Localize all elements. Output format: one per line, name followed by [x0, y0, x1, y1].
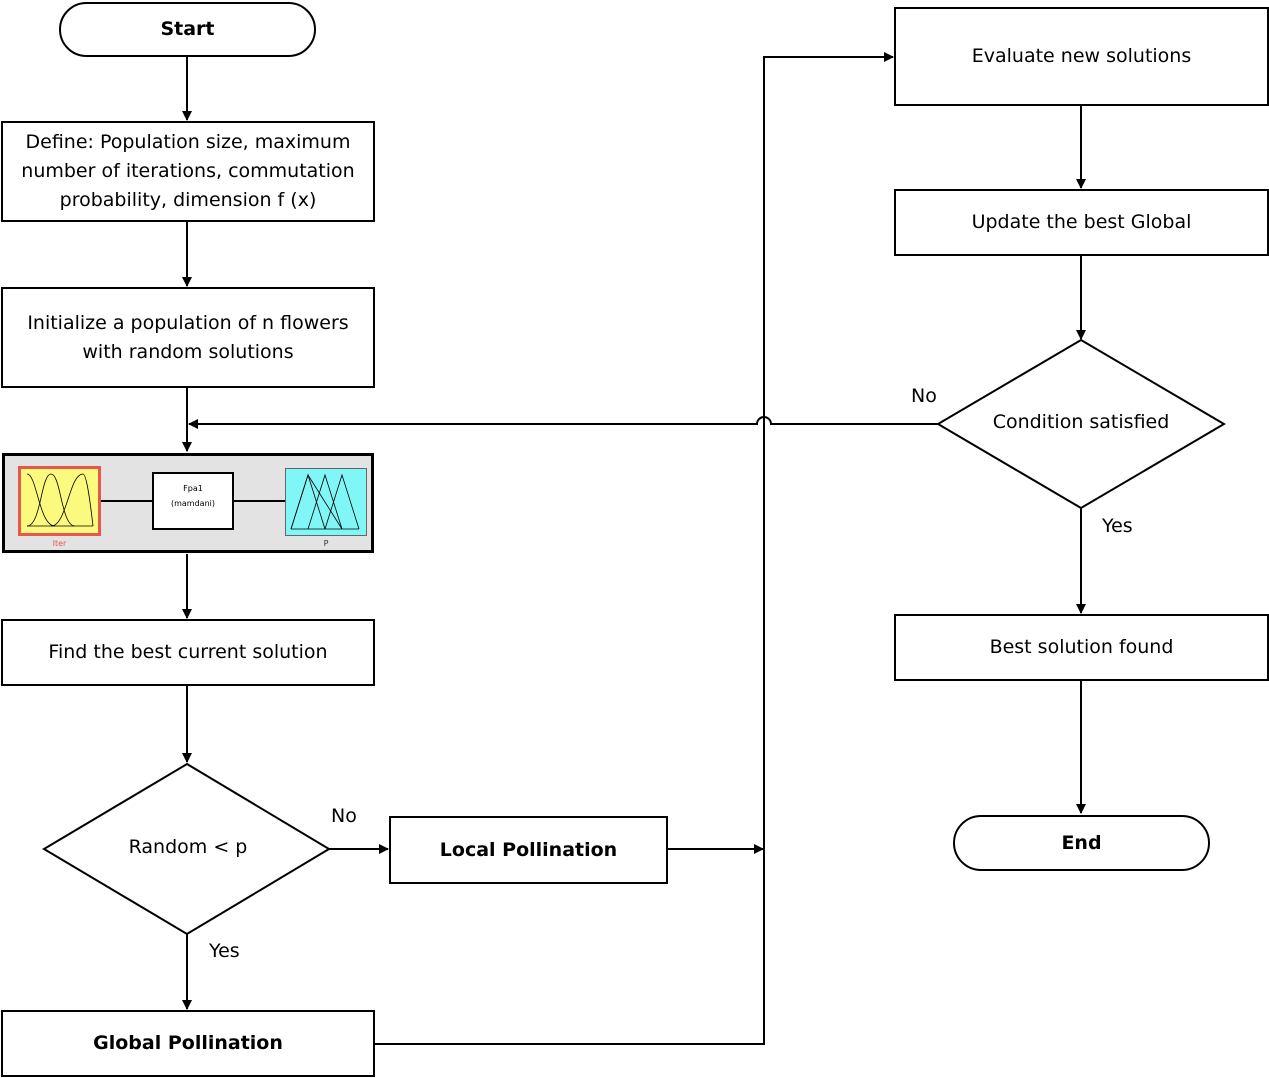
fis-output-block	[285, 468, 367, 536]
evaluate-node: Evaluate new solutions	[894, 7, 1269, 106]
condition-yes-label: Yes	[1102, 515, 1133, 537]
find-best-node: Find the best current solution	[1, 619, 375, 686]
fis-output-label: P	[323, 539, 329, 548]
define-node: Define: Population size, maximum number …	[1, 121, 375, 222]
find-best-label: Find the best current solution	[48, 641, 328, 663]
best-found-label: Best solution found	[989, 636, 1174, 658]
update-global-label: Update the best Global	[971, 211, 1192, 233]
condition-no-label: No	[911, 385, 937, 407]
arrow-condition-loop	[188, 416, 938, 429]
triangular-mf-icon	[290, 473, 360, 530]
start-node: Start	[59, 2, 316, 57]
fuzzy-system-image: Iter Fpa1 (mamdani) P	[2, 453, 374, 553]
best-found-node: Best solution found	[894, 614, 1269, 681]
fis-rule-block: Fpa1 (mamdani)	[152, 472, 234, 530]
start-label: Start	[160, 18, 215, 40]
line-global-evaluate	[375, 52, 894, 1045]
fis-connector-right	[234, 500, 285, 502]
define-line-3: probability, dimension f (x)	[59, 189, 317, 211]
global-pollination-label: Global Pollination	[93, 1032, 283, 1054]
local-pollination-label: Local Pollination	[439, 838, 618, 861]
fis-system-name: Fpa1	[183, 484, 203, 493]
end-label: End	[1061, 831, 1102, 854]
random-no-label: No	[331, 805, 357, 827]
fis-connector-left	[101, 500, 152, 502]
fis-input-block	[18, 466, 101, 536]
random-decision-label: Random < p	[128, 836, 248, 858]
fis-system-type: (mamdani)	[170, 499, 215, 508]
define-line-2: number of iterations, commutation	[21, 160, 355, 182]
init-line-1: Initialize a population of n flowers	[27, 311, 349, 334]
local-pollination-node: Local Pollination	[389, 816, 668, 884]
condition-label: Condition satisfied	[992, 411, 1170, 433]
fis-input-label: Iter	[52, 539, 67, 548]
update-global-node: Update the best Global	[894, 189, 1269, 256]
end-node: End	[953, 815, 1210, 871]
init-node: Initialize a population of n flowers wit…	[1, 287, 375, 388]
evaluate-label: Evaluate new solutions	[971, 45, 1192, 67]
define-line-1: Define: Population size, maximum	[25, 131, 351, 153]
global-pollination-node: Global Pollination	[1, 1010, 375, 1077]
random-yes-label: Yes	[209, 940, 240, 962]
gaussian-mf-icon	[26, 473, 94, 527]
init-line-2: with random solutions	[82, 340, 294, 363]
